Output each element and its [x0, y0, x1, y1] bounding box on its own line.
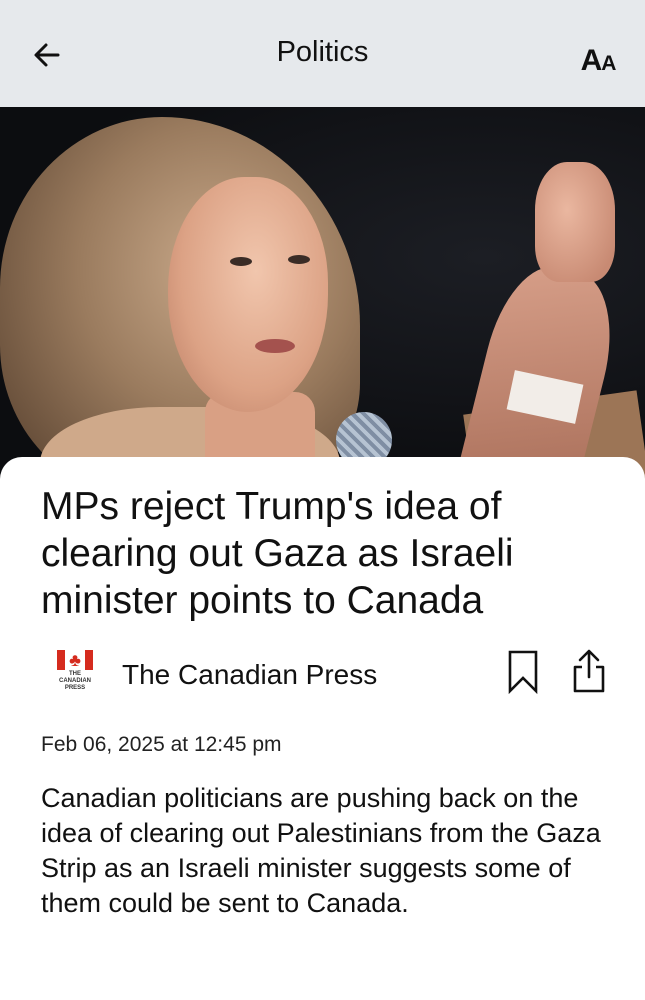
logo-text: CANADIAN: [59, 678, 91, 684]
photo-fist: [535, 162, 615, 282]
photo-eye: [288, 255, 310, 264]
photo-mouth: [255, 339, 295, 353]
article-summary: Canadian politicians are pushing back on…: [41, 783, 601, 918]
bookmark-button[interactable]: [504, 649, 542, 695]
canadian-press-logo[interactable]: ♣ THE CANADIAN PRESS: [48, 649, 102, 705]
publish-date: Feb 06, 2025 at 12:45 pm: [41, 733, 282, 756]
logo-text: THE: [69, 671, 81, 677]
article-card: MPs reject Trump's idea of clearing out …: [0, 457, 645, 1000]
share-button[interactable]: [570, 647, 608, 695]
source-row: ♣ THE CANADIAN PRESS The Canadian Press: [0, 647, 645, 707]
page-title: Politics: [276, 36, 369, 68]
top-app-bar: Politics AA: [0, 0, 645, 107]
share-icon: [573, 649, 605, 693]
maple-leaf-icon: ♣: [57, 649, 93, 671]
source-name[interactable]: The Canadian Press: [122, 659, 377, 691]
article-hero-image[interactable]: [0, 107, 645, 482]
photo-face: [168, 177, 328, 412]
font-size-button[interactable]: AA: [573, 36, 623, 76]
bookmark-icon: [508, 650, 538, 695]
logo-text: PRESS: [64, 685, 86, 691]
photo-eye: [230, 257, 252, 266]
font-size-small-glyph: A: [601, 52, 616, 75]
font-size-large-glyph: A: [580, 44, 603, 77]
article-headline: MPs reject Trump's idea of clearing out …: [41, 485, 514, 622]
